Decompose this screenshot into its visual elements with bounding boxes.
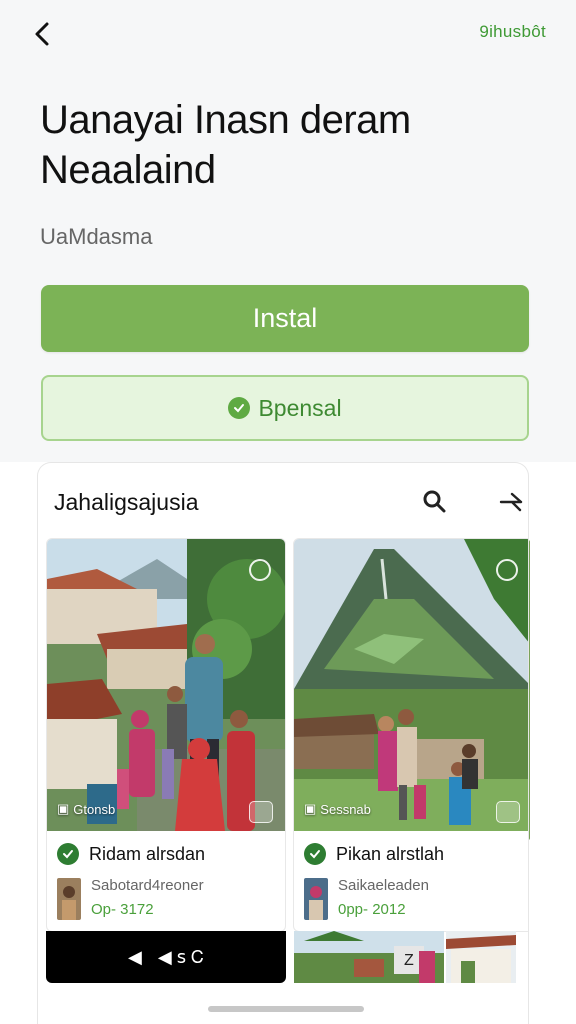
house-photo <box>446 931 516 983</box>
home-indicator[interactable] <box>208 1006 364 1012</box>
panel-header: Jahaligsajusia <box>54 485 523 521</box>
strip-label: Z <box>404 952 414 969</box>
photo-status-icon <box>249 559 271 581</box>
panel-title: Jahaligsajusia <box>54 489 199 515</box>
volcano-photo <box>294 539 528 831</box>
photo-badge: ▣ Sessnab <box>304 801 371 817</box>
secondary-button-label: Bpensal <box>258 394 342 421</box>
photo-status-icon <box>496 559 518 581</box>
card-price: 0pp- 2012 <box>338 901 406 918</box>
video-controls[interactable]: ◀ ◀ ꜱ Ꮯ <box>46 931 286 983</box>
listing-card[interactable]: ▣ Sessnab Pikan alrstlah Saikaeleaden 0p… <box>293 538 528 932</box>
back-button[interactable] <box>26 18 58 50</box>
app-title: Uanayai Inasn deram Neaalaind <box>40 98 411 192</box>
photo-badge-label: Sessnab <box>320 801 371 817</box>
bookmark-icon: ▣ <box>304 801 317 816</box>
card-name-row: Pikan alrstlah <box>304 843 444 865</box>
video-controls-label: ◀ ꜱ Ꮯ <box>157 946 204 967</box>
photo-badge: ▣ Gtonsb <box>57 801 115 817</box>
search-icon[interactable] <box>418 485 452 519</box>
card-name: Ridam alrsdan <box>89 843 206 864</box>
card-name-row: Ridam alrsdan <box>57 843 205 865</box>
bookmark-icon: ▣ <box>57 801 70 816</box>
top-right-link[interactable]: 9ihusbôt <box>479 22 546 42</box>
install-button-label: Instal <box>252 303 318 333</box>
strip-photo-2[interactable] <box>446 931 516 983</box>
app-developer: UaMdasma <box>40 224 153 249</box>
card-name: Pikan alrstlah <box>336 843 445 864</box>
play-back-icon[interactable]: ◀ <box>128 947 142 968</box>
card-meta: Sabotard4reoner <box>91 877 204 894</box>
secondary-action-button[interactable]: Bpensal <box>41 375 529 441</box>
village-photo <box>47 539 285 831</box>
card-thumbnail <box>304 878 328 920</box>
check-circle-icon <box>228 397 251 419</box>
gallery-icon[interactable] <box>249 801 273 823</box>
photo-badge-label: Gtonsb <box>73 801 116 817</box>
install-button[interactable]: Instal <box>41 285 529 352</box>
media-panel: Jahaligsajusia ▣ Gtonsb Ridam alrsdan Sa… <box>37 462 529 1024</box>
gallery-icon[interactable] <box>496 801 520 823</box>
chevron-left-icon <box>35 22 49 46</box>
palm-village-photo: Z <box>294 931 444 983</box>
strip-photo[interactable]: Z <box>294 931 444 983</box>
card-price: Op- 3172 <box>91 901 154 918</box>
card-thumbnail <box>57 878 81 920</box>
arrow-in-icon[interactable] <box>494 485 528 519</box>
card-meta: Saikaeleaden <box>338 877 429 894</box>
listing-card[interactable]: ▣ Gtonsb Ridam alrsdan Sabotard4reoner O… <box>46 538 286 932</box>
verified-icon <box>57 843 79 865</box>
verified-icon <box>304 843 326 865</box>
